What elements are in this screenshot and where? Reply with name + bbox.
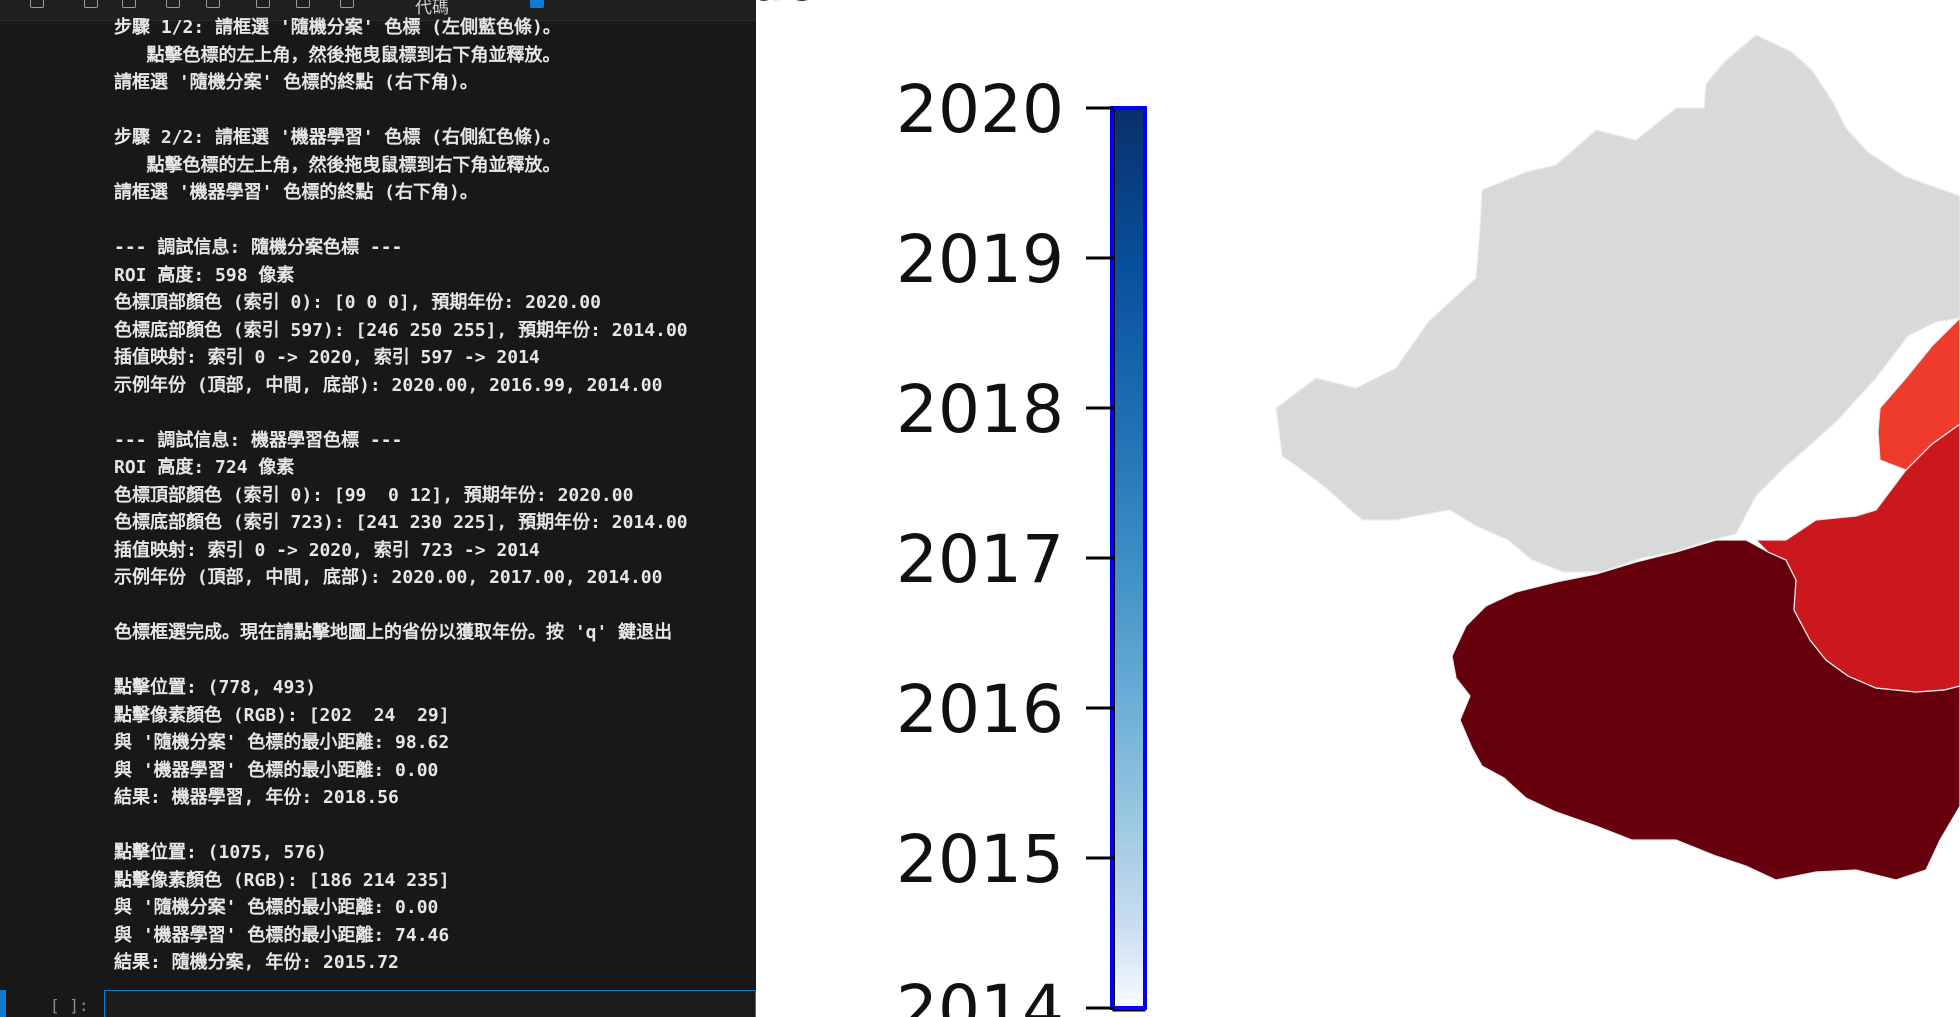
figure-area[interactable]: 2020 2019 2018 2017 2016 2015 2014 Random xyxy=(756,0,1960,1017)
output-line: --- 調試信息: 隨機分案色標 --- xyxy=(114,237,403,258)
output-line: 色標底部顏色 (索引 597): [246 250 255], 預期年份: 20… xyxy=(114,319,688,341)
colorbar-tick-label: 2018 xyxy=(896,371,1064,448)
output-line: ROI 高度: 598 像素 xyxy=(114,264,295,286)
output-line: 請框選 '隨機分案' 色標的終點 (右下角)。 xyxy=(114,72,478,93)
cell-output: 步驟 1/2: 請框選 '隨機分案' 色標 (左側藍色條)。 點擊色標的左上角，… xyxy=(114,14,756,977)
colorbar-label: Random xyxy=(756,0,876,14)
active-cell-indicator xyxy=(0,990,6,1017)
output-line: 插值映射: 索引 0 -> 2020, 索引 723 -> 2014 xyxy=(114,539,540,561)
output-line: 示例年份 (頂部, 中間, 底部): 2020.00, 2016.99, 201… xyxy=(114,374,663,396)
colorbar-tick-label: 2014 xyxy=(896,971,1064,1017)
run-icon[interactable] xyxy=(30,0,44,8)
map[interactable] xyxy=(1275,34,1960,881)
output-line: 示例年份 (頂部, 中間, 底部): 2020.00, 2017.00, 201… xyxy=(114,567,663,588)
colorbar-tick-label: 2020 xyxy=(896,71,1064,148)
colorbar-gradient[interactable] xyxy=(1115,109,1143,1009)
code-cell-input[interactable] xyxy=(104,990,756,1017)
cut-icon[interactable] xyxy=(84,0,98,8)
output-line: 色標頂部顏色 (索引 0): [99 0 12], 預期年份: 2020.00 xyxy=(114,484,634,506)
notebook-panel: 代碼 步驟 1/2: 請框選 '隨機分案' 色標 (左側藍色條)。 點擊色標的左… xyxy=(0,0,756,1017)
kernel-badge-icon[interactable] xyxy=(530,0,544,8)
output-line: 步驟 1/2: 請框選 '隨機分案' 色標 (左側藍色條)。 xyxy=(114,17,561,38)
output-line: 結果: 機器學習, 年份: 2018.56 xyxy=(114,787,399,808)
colorbar-tick-label: 2019 xyxy=(896,221,1064,298)
output-line: --- 調試信息: 機器學習色標 --- xyxy=(114,429,403,451)
colorbar-tick-label: 2017 xyxy=(896,521,1064,598)
colorbar-ticks: 2020 2019 2018 2017 2016 2015 2014 xyxy=(896,71,1114,1017)
output-line: 結果: 隨機分案, 年份: 2015.72 xyxy=(114,952,399,973)
stop-icon[interactable] xyxy=(256,0,270,8)
restart-icon[interactable] xyxy=(296,0,310,8)
colorbar-tick-label: 2016 xyxy=(896,671,1064,748)
output-line: 與 '機器學習' 色標的最小距離: 74.46 xyxy=(114,924,450,946)
map-region-north[interactable] xyxy=(1275,34,1960,573)
output-line: 點擊色標的左上角，然後拖曳鼠標到右下角並釋放。 xyxy=(114,44,561,66)
cell-prompt: [ ]: xyxy=(50,996,89,1015)
output-line: 點擊像素顏色 (RGB): [186 214 235] xyxy=(114,869,450,891)
output-line: 插值映射: 索引 0 -> 2020, 索引 597 -> 2014 xyxy=(114,347,540,368)
move-up-icon[interactable] xyxy=(206,0,220,8)
output-line: 請框選 '機器學習' 色標的終點 (右下角)。 xyxy=(114,182,478,203)
output-line: 色標底部顏色 (索引 723): [241 230 225], 預期年份: 20… xyxy=(114,512,688,533)
output-line: 點擊位置: (778, 493) xyxy=(114,677,317,698)
paste-icon[interactable] xyxy=(166,0,180,8)
output-line: 與 '隨機分案' 色標的最小距離: 98.62 xyxy=(114,732,450,753)
output-line: 色標頂部顏色 (索引 0): [0 0 0], 預期年份: 2020.00 xyxy=(114,292,601,313)
output-line: 與 '隨機分案' 色標的最小距離: 0.00 xyxy=(114,897,439,918)
colorbar-tick-label: 2015 xyxy=(896,821,1064,898)
output-line: 點擊位置: (1075, 576) xyxy=(114,842,327,863)
output-line: 色標框選完成。現在請點擊地圖上的省份以獲取年份。按 'q' 鍵退出 xyxy=(114,622,673,643)
output-line: 步驟 2/2: 請框選 '機器學習' 色標 (右側紅色條)。 xyxy=(114,127,561,148)
copy-icon[interactable] xyxy=(122,0,136,8)
output-line: 與 '機器學習' 色標的最小距離: 0.00 xyxy=(114,759,439,781)
fast-forward-icon[interactable] xyxy=(340,0,354,8)
output-line: 點擊像素顏色 (RGB): [202 24 29] xyxy=(114,704,450,726)
figure-canvas[interactable]: 2020 2019 2018 2017 2016 2015 2014 Random xyxy=(756,0,1960,1017)
colorbar[interactable]: 2020 2019 2018 2017 2016 2015 2014 Random xyxy=(756,0,1147,1017)
output-line: ROI 高度: 724 像素 xyxy=(114,457,295,478)
output-line: 點擊色標的左上角，然後拖曳鼠標到右下角並釋放。 xyxy=(114,154,561,176)
